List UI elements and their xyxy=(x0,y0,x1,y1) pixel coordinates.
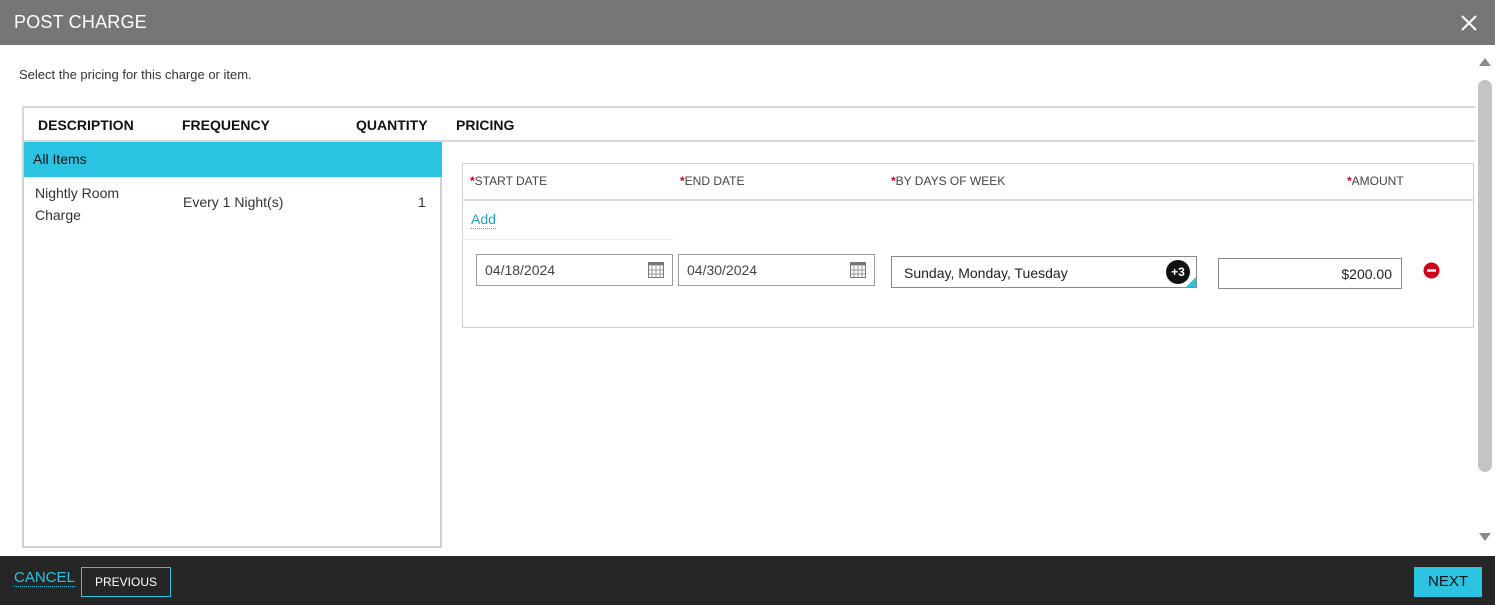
item-quantity: 1 xyxy=(418,194,426,210)
minus-circle-icon[interactable] xyxy=(1423,262,1440,279)
dialog-title: POST CHARGE xyxy=(14,12,147,32)
scroll-up-arrow-icon[interactable] xyxy=(1479,58,1491,66)
header-description: DESCRIPTION xyxy=(38,117,134,133)
scrollbar-thumb[interactable] xyxy=(1478,80,1492,472)
list-item[interactable]: Nightly Room Charge Every 1 Night(s) 1 xyxy=(24,177,442,233)
item-description: Nightly Room Charge xyxy=(35,185,120,223)
all-items-row[interactable]: All Items xyxy=(24,142,442,177)
dialog-footer: CANCEL PREVIOUS NEXT xyxy=(0,556,1495,605)
previous-button[interactable]: PREVIOUS xyxy=(81,567,171,597)
start-date-header: *START DATE xyxy=(470,174,547,188)
start-date-value: 04/18/2024 xyxy=(485,262,556,278)
end-date-input[interactable]: 04/30/2024 xyxy=(678,254,875,286)
calendar-icon[interactable] xyxy=(648,262,664,278)
amount-input[interactable]: $200.00 xyxy=(1218,258,1402,289)
divider xyxy=(463,239,673,240)
next-button[interactable]: NEXT xyxy=(1414,567,1482,597)
item-list: All Items Nightly Room Charge Every 1 Ni… xyxy=(22,142,442,548)
pricing-header: *START DATE *END DATE *BY DAYS OF WEEK *… xyxy=(463,164,1473,201)
close-icon[interactable] xyxy=(1458,12,1480,34)
amount-header: *AMOUNT xyxy=(1347,174,1404,188)
dropdown-corner-icon xyxy=(1186,277,1196,287)
end-date-value: 04/30/2024 xyxy=(687,262,758,278)
amount-header-label: AMOUNT xyxy=(1351,174,1404,188)
add-pricing-link[interactable]: Add xyxy=(471,211,496,229)
end-date-header-label: END DATE xyxy=(684,174,745,188)
header-pricing: PRICING xyxy=(456,117,515,133)
cancel-button[interactable]: CANCEL xyxy=(14,569,75,587)
dialog-titlebar: POST CHARGE xyxy=(0,0,1495,45)
start-date-header-label: START DATE xyxy=(474,174,548,188)
days-of-week-select[interactable]: Sunday, Monday, Tuesday +3 xyxy=(891,256,1197,288)
header-quantity: QUANTITY xyxy=(356,117,428,133)
grid-header: DESCRIPTION FREQUENCY QUANTITY PRICING xyxy=(22,106,1475,142)
days-of-week-value: Sunday, Monday, Tuesday xyxy=(904,265,1068,281)
end-date-header: *END DATE xyxy=(680,174,744,188)
days-of-week-header: *BY DAYS OF WEEK xyxy=(891,174,1005,188)
start-date-input[interactable]: 04/18/2024 xyxy=(476,254,673,286)
header-frequency: FREQUENCY xyxy=(182,117,270,133)
scroll-down-arrow-icon[interactable] xyxy=(1479,533,1491,541)
calendar-icon[interactable] xyxy=(850,262,866,278)
item-frequency: Every 1 Night(s) xyxy=(183,194,284,210)
pricing-panel: *START DATE *END DATE *BY DAYS OF WEEK *… xyxy=(462,163,1474,328)
days-of-week-header-label: BY DAYS OF WEEK xyxy=(895,174,1006,188)
instructions-text: Select the pricing for this charge or it… xyxy=(19,67,252,82)
